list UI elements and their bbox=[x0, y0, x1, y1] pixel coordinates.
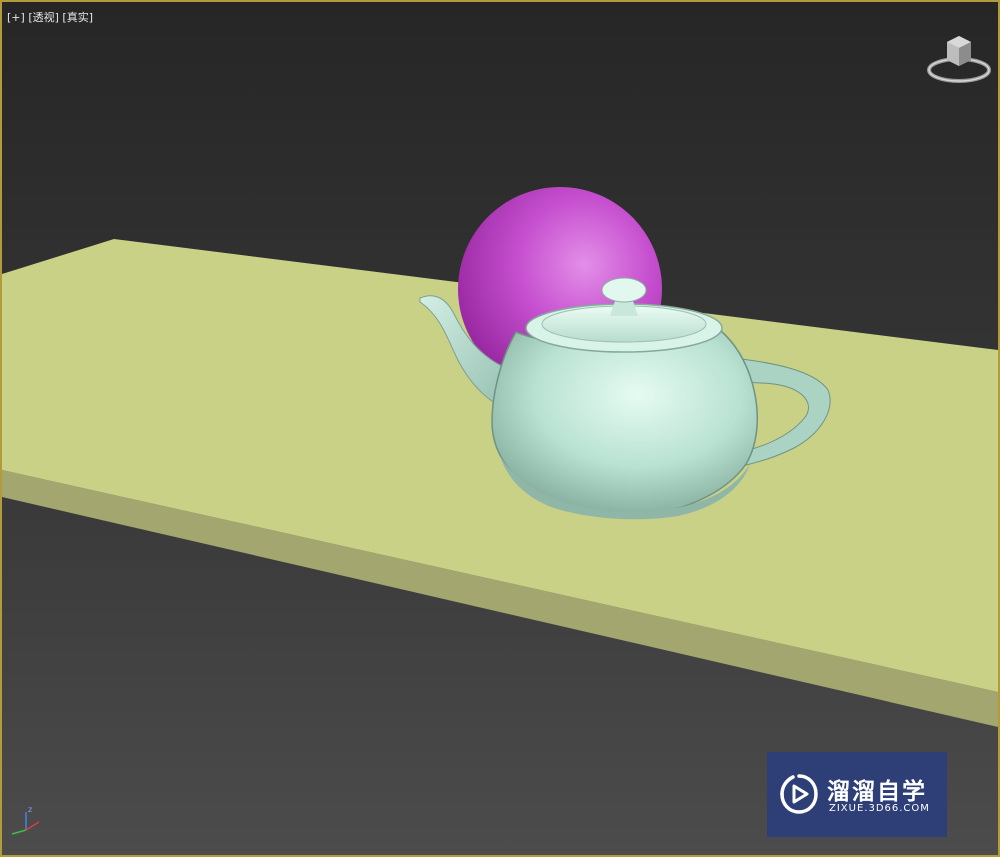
axis-z-label: z bbox=[28, 805, 32, 814]
scene-render[interactable] bbox=[2, 2, 998, 855]
watermark-url: ZIXUE.3D66.COM bbox=[829, 803, 930, 814]
watermark-title: 溜溜自学 bbox=[827, 779, 927, 805]
axis-tripod-icon: z bbox=[11, 805, 40, 835]
viewport-label-menu: [+] [透视] [真实] bbox=[7, 9, 93, 25]
viewport-menu-plus[interactable]: [+] bbox=[7, 11, 25, 24]
play-logo-icon bbox=[780, 774, 818, 814]
teapot-knob bbox=[601, 277, 647, 303]
viewport-menu-view[interactable]: [透视] bbox=[28, 11, 59, 24]
watermark-badge: 溜溜自学 ZIXUE.3D66.COM bbox=[767, 752, 947, 837]
perspective-viewport[interactable]: [+] [透视] [真实] z 溜溜自学 ZIXUE.3D66.COM bbox=[0, 0, 1000, 857]
viewport-menu-shading[interactable]: [真实] bbox=[62, 11, 93, 24]
viewcube-icon[interactable] bbox=[926, 32, 992, 88]
